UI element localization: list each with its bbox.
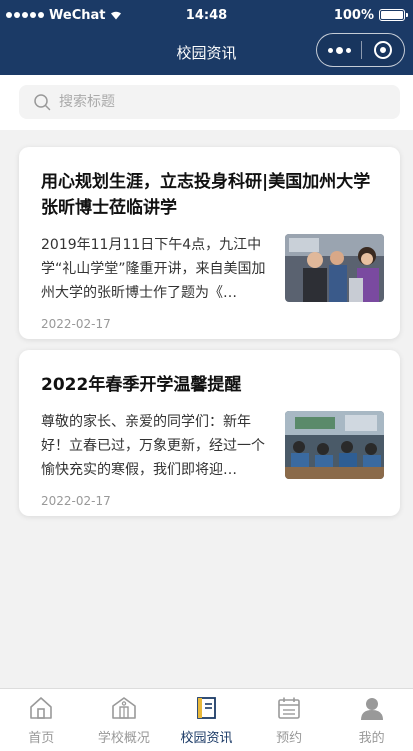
calendar-icon [278,697,300,719]
tab-label: 预约 [276,731,303,746]
wifi-icon [111,11,122,20]
article-excerpt: 2019年11月11日下午4点，九江中学“礼山学堂”隆重开讲，来自美国加州大学的… [41,237,266,301]
home-icon [30,697,53,719]
close-miniprogram-button[interactable] [362,41,404,59]
search-section [0,75,413,130]
tab-home[interactable]: 首页 [0,689,83,751]
article-list: 用心规划生涯，立志投身科研|美国加州大学张昕博士莅临讲学 2019年11月11日… [19,147,400,527]
search-input[interactable] [59,94,359,110]
tab-mine[interactable]: 我的 [330,689,413,751]
article-title: 2022年春季开学温馨提醒 [41,375,242,395]
tab-label: 首页 [28,731,55,746]
battery-icon [379,9,408,21]
tab-label: 学校概况 [97,731,150,746]
battery-percent: 100% [333,7,374,23]
signal-icon [6,12,44,18]
tab-label: 校园资讯 [180,731,233,746]
tab-label: 我的 [358,731,385,746]
navigation-bar: 校园资讯 [0,30,413,75]
tab-booking[interactable]: 预约 [248,689,331,751]
article-thumbnail [285,234,384,302]
article-card[interactable]: 用心规划生涯，立志投身科研|美国加州大学张昕博士莅临讲学 2019年11月11日… [19,147,400,339]
carrier-label: WeChat [49,7,106,23]
more-options-button[interactable] [317,46,361,54]
tab-campus-news[interactable]: 校园资讯 [165,689,248,751]
search-icon [34,94,51,111]
miniprogram-capsule [316,33,405,67]
article-card[interactable]: 2022年春季开学温馨提醒 尊敬的家长、亲爱的同学们：新年好！立春已过，万象更新… [19,350,400,516]
school-building-icon [112,697,136,719]
article-date: 2022-02-17 [41,317,111,331]
tab-school-overview[interactable]: 学校概况 [83,689,166,751]
user-icon [360,698,383,720]
news-book-icon [197,697,217,719]
bottom-tab-bar: 首页 学校概况 校园资讯 预约 我的 [0,688,413,751]
article-title: 用心规划生涯，立志投身科研|美国加州大学张昕博士莅临讲学 [41,172,371,218]
article-date: 2022-02-17 [41,494,111,508]
search-box[interactable] [19,85,400,119]
article-excerpt: 尊敬的家长、亲爱的同学们：新年好！立春已过，万象更新，经过一个愉快充实的寒假，我… [41,414,265,478]
article-thumbnail [285,411,384,479]
status-bar: WeChat 14:48 100% [0,0,413,30]
page-title: 校园资讯 [176,44,237,62]
top-bar: WeChat 14:48 100% 校园资讯 [0,0,413,75]
